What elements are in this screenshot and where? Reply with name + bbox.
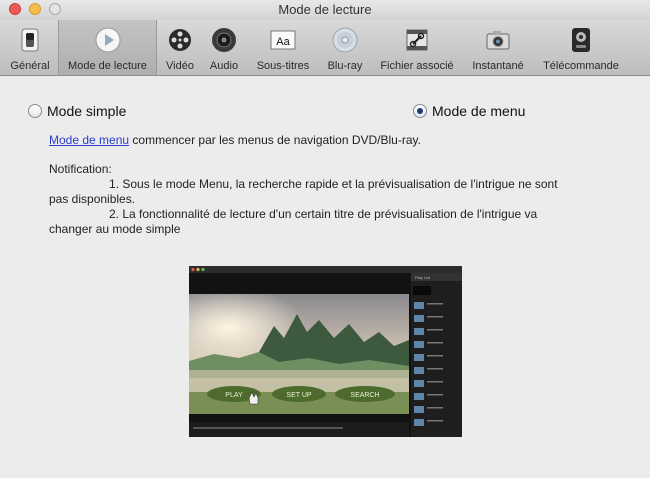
- notification-title: Notification:: [49, 162, 112, 176]
- menu-mode-label: Mode de menu: [432, 103, 526, 119]
- tab-general-label: Général: [10, 60, 50, 72]
- tab-video[interactable]: Vidéo: [160, 20, 200, 75]
- disc-icon: [332, 27, 358, 53]
- simple-mode-label: Mode simple: [47, 103, 127, 119]
- simple-mode-option[interactable]: Mode simple: [28, 103, 126, 119]
- menu-mode-radio[interactable]: [413, 104, 427, 118]
- tab-video-label: Vidéo: [166, 60, 194, 72]
- menu-mode-preview-image: PLAY SET UP SEARCH Play List: [189, 266, 462, 437]
- menu-mode-option[interactable]: Mode de menu: [413, 103, 525, 119]
- mode-description-text: commencer par les menus de navigation DV…: [129, 133, 421, 147]
- tab-audio-label: Audio: [209, 60, 239, 72]
- tab-associated-file-label: Fichier associé: [380, 60, 454, 72]
- film-reel-icon: [169, 29, 191, 51]
- tab-remote-label: Télécommande: [543, 60, 619, 72]
- preview-setup-label: SET UP: [286, 392, 311, 399]
- remote-icon: [572, 28, 590, 52]
- file-link-icon: [406, 29, 428, 51]
- switch-icon: [21, 28, 39, 52]
- mode-description: Mode de menu commencer par les menus de …: [49, 133, 421, 147]
- tab-playback-mode[interactable]: Mode de lecture: [58, 20, 157, 75]
- tab-playback-mode-label: Mode de lecture: [68, 60, 147, 72]
- preview-search-label: SEARCH: [350, 392, 379, 399]
- play-icon: [95, 27, 120, 53]
- speaker-icon: [212, 28, 236, 52]
- notification-block: Notification: 1. Sous le mode Menu, la r…: [49, 162, 589, 237]
- preferences-toolbar: Général Mode de lecture Vidéo Audio Aa S: [0, 20, 650, 76]
- tab-bluray[interactable]: Blu-ray: [322, 20, 368, 75]
- title-bar: Mode de lecture: [0, 0, 650, 20]
- tab-bluray-label: Blu-ray: [327, 60, 363, 72]
- preview-sidebar-title: Play List: [415, 275, 431, 280]
- tab-general[interactable]: Général: [4, 20, 56, 75]
- tab-snapshot-label: Instantané: [472, 60, 524, 72]
- camera-icon: [486, 31, 510, 50]
- tab-subtitles[interactable]: Aa Sous-titres: [249, 20, 317, 75]
- notification-item-1-cont: pas disponibles.: [49, 192, 136, 206]
- subtitle-icon: Aa: [270, 30, 296, 50]
- preview-play-label: PLAY: [225, 392, 243, 399]
- tab-subtitles-label: Sous-titres: [256, 60, 310, 72]
- tab-remote[interactable]: Télécommande: [536, 20, 626, 75]
- menu-mode-link[interactable]: Mode de menu: [49, 133, 129, 147]
- window-title: Mode de lecture: [278, 2, 372, 17]
- notification-item-2-cont: changer au mode simple: [49, 222, 181, 236]
- svg-text:Aa: Aa: [276, 36, 290, 48]
- notification-item-1: 1. Sous le mode Menu, la recherche rapid…: [109, 177, 558, 191]
- tab-associated-file[interactable]: Fichier associé: [373, 20, 461, 75]
- menu-mode-preview-illustration: PLAY SET UP SEARCH Play List: [189, 266, 462, 437]
- tab-snapshot[interactable]: Instantané: [464, 20, 532, 75]
- simple-mode-radio[interactable]: [28, 104, 42, 118]
- notification-item-2: 2. La fonctionnalité de lecture d'un cer…: [109, 207, 538, 221]
- tab-audio[interactable]: Audio: [204, 20, 244, 75]
